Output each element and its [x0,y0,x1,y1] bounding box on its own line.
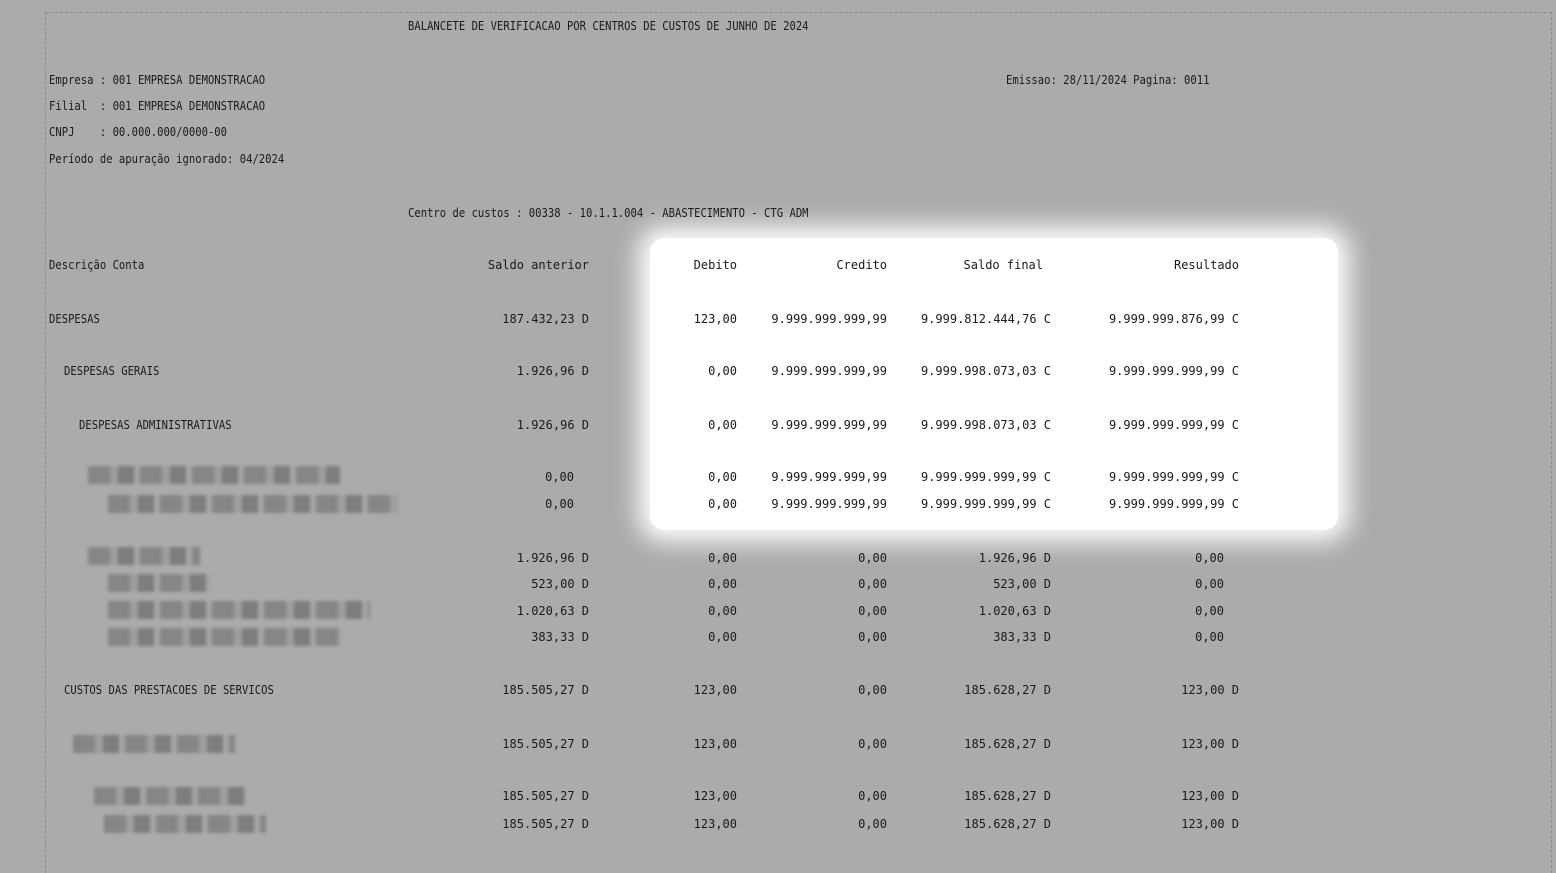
cell-saldo-final: 185.628,27 D [964,737,1051,751]
cell-resultado: 9.999.999.999,99 C [1108,418,1239,432]
redacted-account-name [104,815,266,833]
cell-credito: 0,00 [858,817,887,831]
cell-saldo-final: 383,33 D [993,630,1051,644]
cell-saldo-anterior: 185.505,27 D [502,817,589,831]
cell-credito: 9.999.999.999,99 [771,364,887,378]
cell-saldo-anterior: 185.505,27 D [502,789,589,803]
cell-resultado: 123,00 D [1181,737,1239,751]
cell-credito: 9.999.999.999,99 [771,418,887,432]
periodo-line: Período de apuração ignorado: 04/2024 [49,152,285,166]
cell-credito: 0,00 [858,683,887,697]
cell-saldo-anterior: 1.020,63 D [516,604,589,618]
cell-credito: 0,00 [858,577,887,591]
cell-debito: 0,00 [708,497,737,511]
cell-resultado: 9.999.999.999,99 C [1108,470,1239,484]
cell-saldo-anterior: 1.926,96 D [516,418,589,432]
redacted-account-name [73,735,235,753]
cell-debito: 123,00 [693,737,737,751]
cell-resultado: 123,00 D [1181,817,1239,831]
cell-debito: 0,00 [708,364,737,378]
cell-saldo-anterior: 383,33 D [531,630,589,644]
cell-saldo-final: 185.628,27 D [964,789,1051,803]
col-header-credito: Credito [836,258,887,272]
cell-resultado: 0,00 [1195,551,1224,565]
cell-credito: 9.999.999.999,99 [771,497,887,511]
cell-debito: 123,00 [693,817,737,831]
cell-saldo-anterior: 187.432,23 D [502,312,589,326]
account-description: DESPESAS ADMINISTRATIVAS [79,418,232,432]
redacted-account-name [108,574,210,592]
cell-resultado: 123,00 D [1181,683,1239,697]
col-header-descricao: Descrição Conta [49,258,145,272]
cell-credito: 0,00 [858,630,887,644]
cell-saldo-anterior: 185.505,27 D [502,683,589,697]
cell-saldo-anterior: 1.926,96 D [516,551,589,565]
cell-credito: 0,00 [858,737,887,751]
cell-resultado: 0,00 [1195,604,1224,618]
cell-resultado: 0,00 [1195,630,1224,644]
redacted-account-name [108,495,398,513]
cell-resultado: 9.999.999.999,99 C [1108,364,1239,378]
cell-resultado: 9.999.999.876,99 C [1108,312,1239,326]
account-description: DESPESAS GERAIS [64,364,160,378]
cell-saldo-final: 1.926,96 D [978,551,1051,565]
cell-saldo-final: 185.628,27 D [964,683,1051,697]
redacted-account-name [108,601,370,619]
redacted-account-name [88,547,200,565]
cell-resultado: 9.999.999.999,99 C [1108,497,1239,511]
cell-resultado: 0,00 [1195,577,1224,591]
account-description: DESPESAS [49,312,100,326]
cell-saldo-anterior: 0,00 [545,497,574,511]
cell-saldo-final: 9.999.999.999,99 C [920,470,1051,484]
cell-debito: 0,00 [708,604,737,618]
account-description: CUSTOS DAS PRESTACOES DE SERVICOS [64,683,274,697]
col-header-saldo-anterior: Saldo anterior [487,258,589,272]
empresa-line: Empresa : 001 EMPRESA DEMONSTRACAO [49,73,266,87]
cell-saldo-final: 9.999.998.073,03 C [920,364,1051,378]
cell-saldo-anterior: 0,00 [545,470,574,484]
cell-debito: 123,00 [693,312,737,326]
cell-credito: 9.999.999.999,99 [771,470,887,484]
col-header-debito: Debito [693,258,737,272]
cell-credito: 0,00 [858,551,887,565]
cell-debito: 0,00 [708,418,737,432]
redacted-account-name [94,787,246,805]
redacted-account-name [88,466,340,484]
cell-credito: 0,00 [858,604,887,618]
report-title: BALANCETE DE VERIFICACAO POR CENTROS DE … [408,19,809,33]
col-header-saldo-final: Saldo final [963,258,1043,272]
cell-debito: 0,00 [708,470,737,484]
cell-debito: 123,00 [693,789,737,803]
cell-debito: 0,00 [708,630,737,644]
cell-saldo-final: 9.999.812.444,76 C [920,312,1051,326]
col-header-resultado: Resultado [1173,258,1239,272]
cell-credito: 9.999.999.999,99 [771,312,887,326]
cell-saldo-final: 9.999.999.999,99 C [920,497,1051,511]
cell-saldo-anterior: 185.505,27 D [502,737,589,751]
redacted-account-name [108,628,340,646]
cell-saldo-final: 185.628,27 D [964,817,1051,831]
cnpj-line: CNPJ : 00.000.000/0000-00 [49,125,228,139]
cell-debito: 0,00 [708,577,737,591]
cell-resultado: 123,00 D [1181,789,1239,803]
cell-saldo-final: 1.020,63 D [978,604,1051,618]
filial-line: Filial : 001 EMPRESA DEMONSTRACAO [49,99,266,113]
cell-saldo-anterior: 1.926,96 D [516,364,589,378]
emissao-line: Emissao: 28/11/2024 Pagina: 0011 [1006,73,1210,87]
cell-saldo-final: 523,00 D [993,577,1051,591]
cell-credito: 0,00 [858,789,887,803]
cell-saldo-final: 9.999.998.073,03 C [920,418,1051,432]
highlight-region [650,238,1338,530]
cell-debito: 123,00 [693,683,737,697]
centro-custos-line: Centro de custos : 00338 - 10.1.1.004 - … [408,206,809,220]
cell-debito: 0,00 [708,551,737,565]
cell-saldo-anterior: 523,00 D [531,577,589,591]
